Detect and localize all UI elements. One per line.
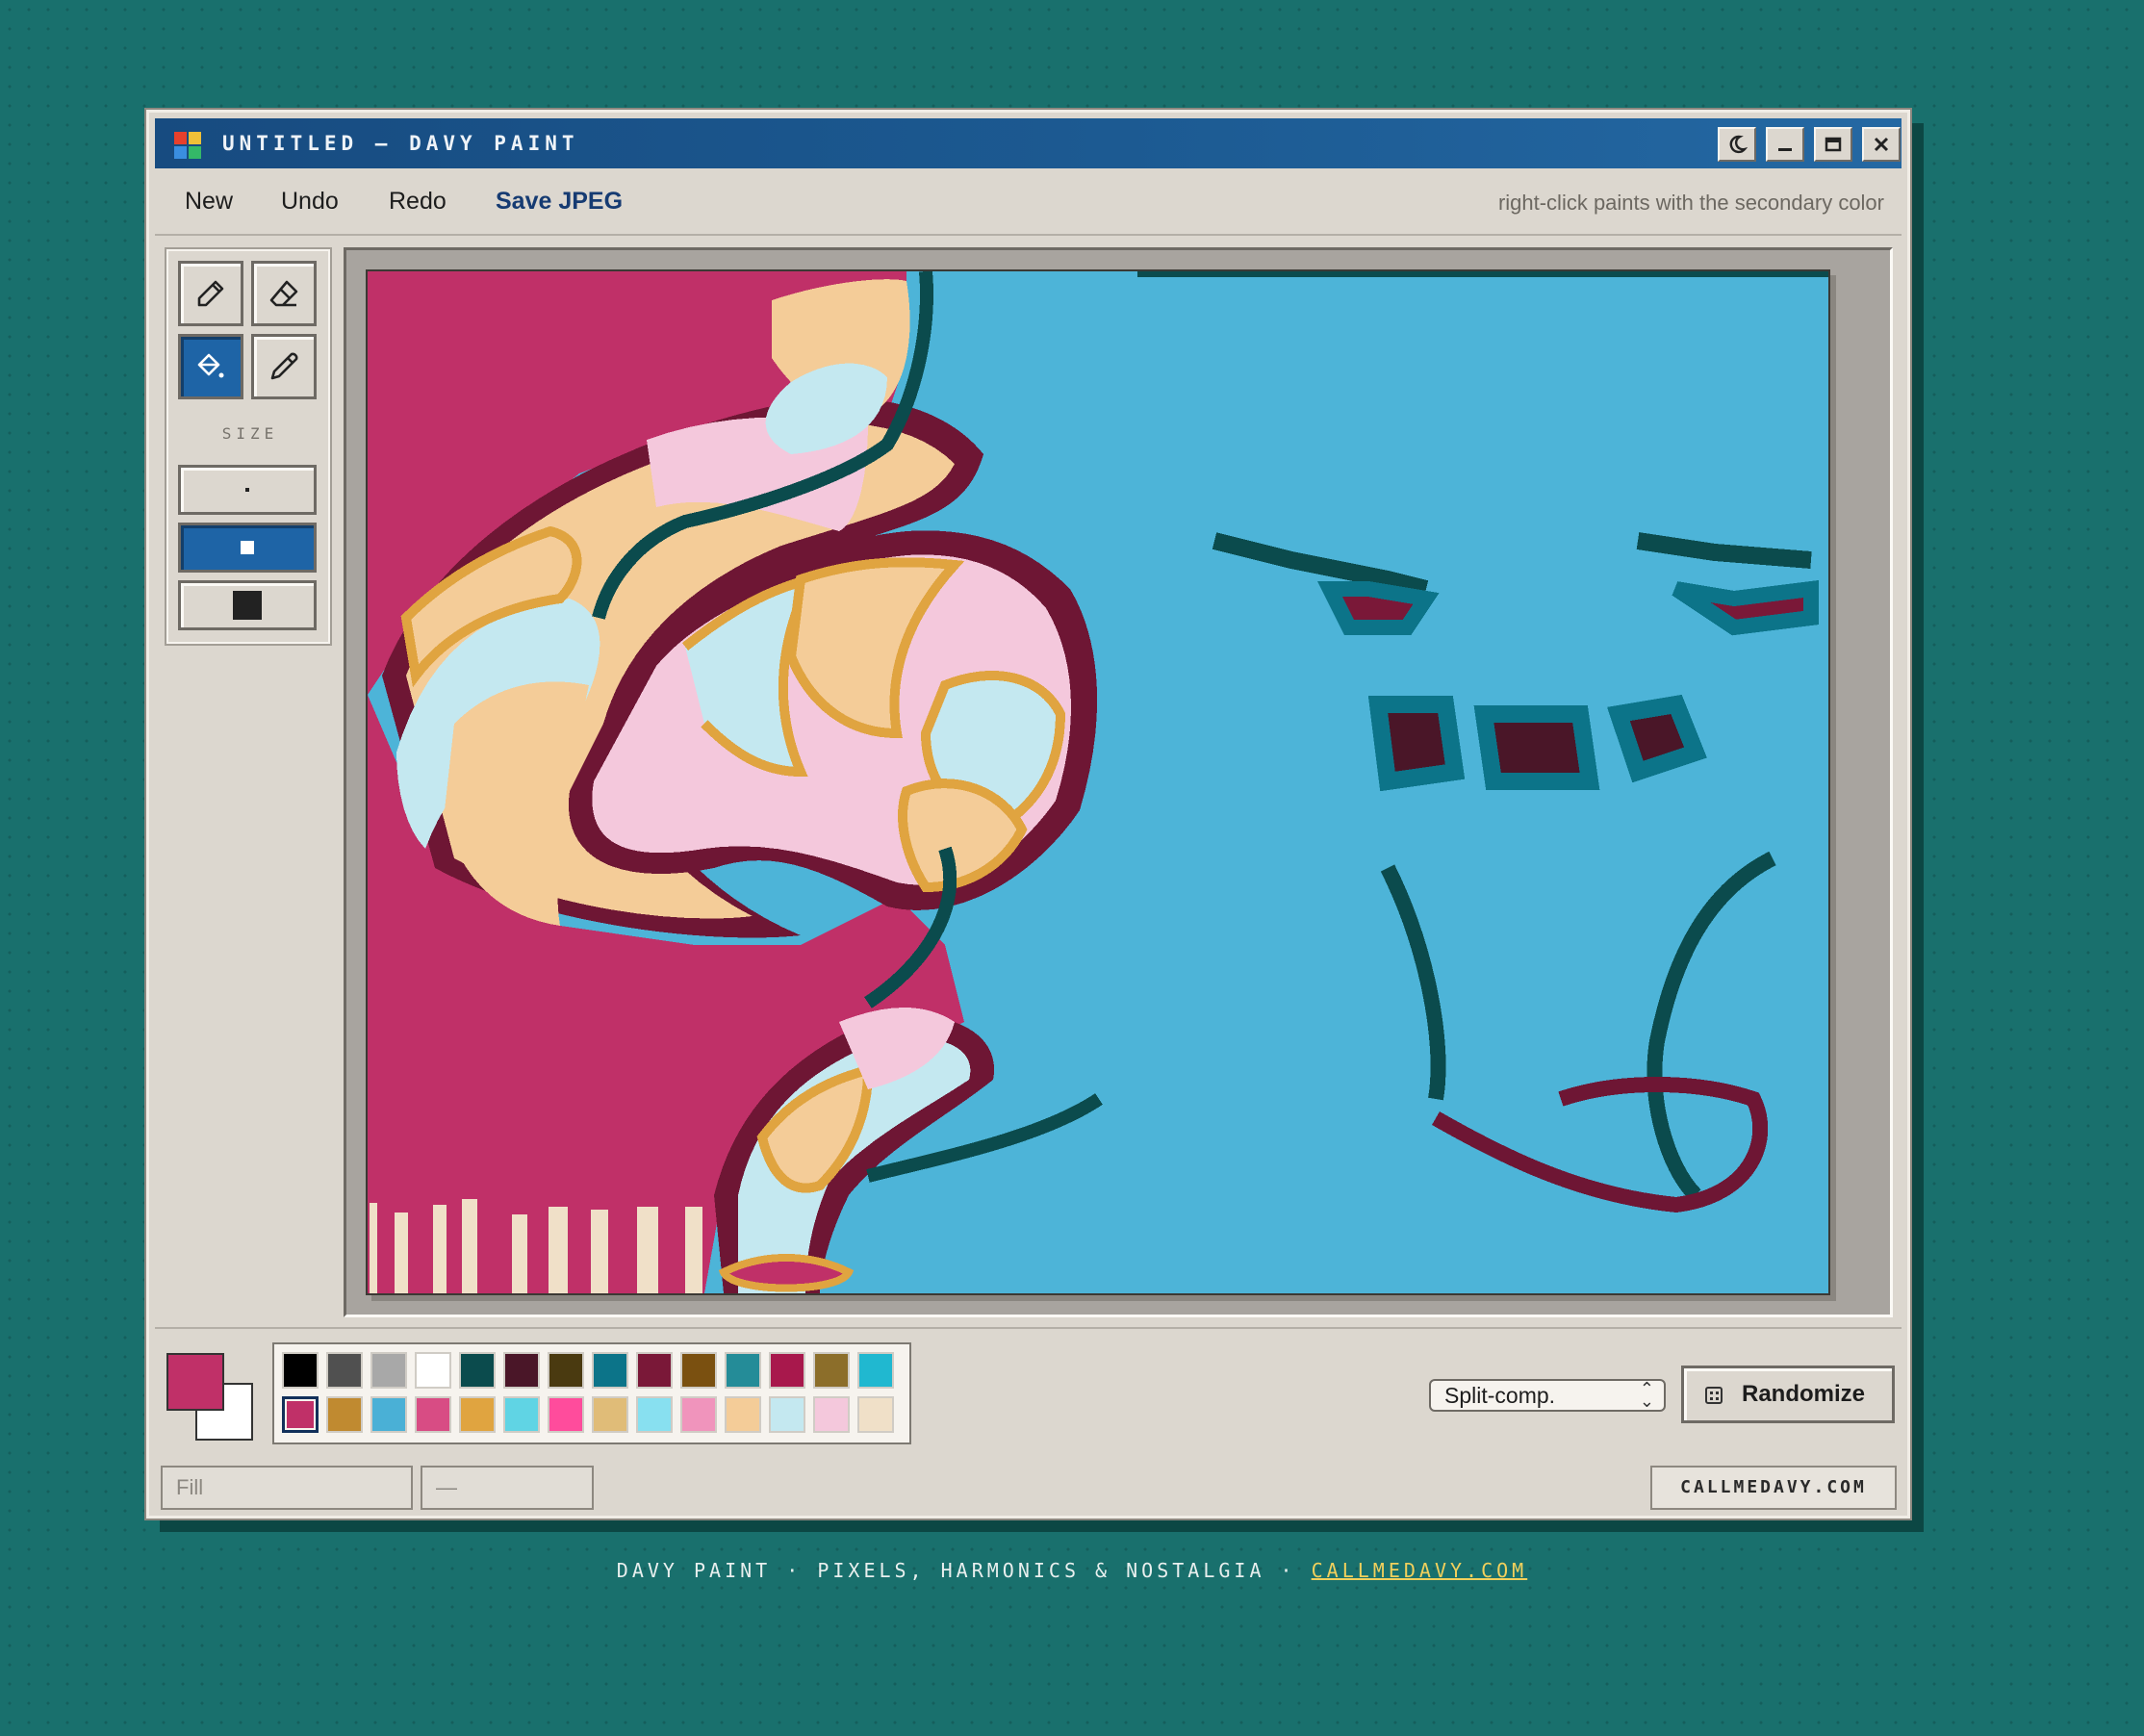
eyedropper-icon — [270, 352, 298, 380]
window-title: UNTITLED — DAVY PAINT — [222, 132, 579, 155]
palette-swatch[interactable] — [326, 1396, 363, 1433]
eraser-tool[interactable] — [251, 261, 317, 326]
palette-swatch[interactable] — [636, 1352, 673, 1389]
palette-swatch[interactable] — [680, 1352, 717, 1389]
tool-panel: SIZE — [165, 247, 332, 646]
status-coords: — — [421, 1466, 594, 1510]
chevron-updown-icon: ⌃ ⌄ — [1639, 1379, 1654, 1411]
color-palette — [272, 1342, 911, 1444]
randomize-button[interactable]: Randomize — [1681, 1366, 1895, 1423]
minimize-icon — [1778, 148, 1792, 151]
maximize-icon — [1825, 137, 1842, 152]
site-badge[interactable]: CALLMEDAVY.COM — [1650, 1466, 1897, 1510]
palette-swatch[interactable] — [415, 1396, 451, 1433]
menu-undo[interactable]: Undo — [281, 188, 339, 216]
harmony-select[interactable]: Split-comp. ⌃ ⌄ — [1429, 1379, 1666, 1412]
palette-swatch[interactable] — [769, 1352, 805, 1389]
palette-swatch[interactable] — [282, 1352, 319, 1389]
fill-tool[interactable] — [178, 334, 243, 399]
palette-swatch[interactable] — [857, 1396, 894, 1433]
close-button[interactable] — [1862, 127, 1901, 162]
menu-bar: New Undo Redo Save JPEG right-click pain… — [155, 170, 1902, 236]
canvas-artwork — [368, 271, 1828, 1293]
palette-swatch[interactable] — [769, 1396, 805, 1433]
minimize-button[interactable] — [1766, 127, 1804, 162]
palette-swatch[interactable] — [370, 1396, 407, 1433]
palette-divider — [155, 1327, 1902, 1329]
size-medium-swatch — [241, 541, 254, 554]
status-tool: Fill — [161, 1466, 413, 1510]
paint-bucket-icon — [197, 353, 224, 378]
randomize-label: Randomize — [1742, 1381, 1866, 1407]
palette-swatch[interactable] — [503, 1396, 540, 1433]
app-window: UNTITLED — DAVY PAINT New Undo Redo Save… — [144, 108, 1912, 1520]
footer-link[interactable]: CALLMEDAVY.COM — [1312, 1559, 1528, 1582]
primary-color-swatch[interactable] — [166, 1353, 224, 1411]
harmony-select-value: Split-comp. — [1444, 1383, 1556, 1408]
canvas-area — [344, 247, 1893, 1317]
theme-toggle-button[interactable] — [1718, 127, 1756, 162]
close-icon — [1874, 137, 1889, 152]
palette-swatch[interactable] — [282, 1396, 319, 1433]
palette-swatch[interactable] — [592, 1352, 628, 1389]
palette-swatch[interactable] — [813, 1396, 850, 1433]
palette-swatch[interactable] — [370, 1352, 407, 1389]
palette-swatch[interactable] — [548, 1352, 584, 1389]
size-small-button[interactable] — [178, 465, 317, 515]
size-large-swatch — [233, 591, 262, 620]
palette-swatch[interactable] — [503, 1352, 540, 1389]
palette-swatch[interactable] — [326, 1352, 363, 1389]
size-small-swatch — [245, 488, 249, 492]
pencil-tool[interactable] — [178, 261, 243, 326]
palette-swatch[interactable] — [725, 1352, 761, 1389]
menu-save-jpeg[interactable]: Save JPEG — [496, 188, 623, 216]
page-footer: DAVY PAINT · PIXELS, HARMONICS & NOSTALG… — [0, 1559, 2144, 1582]
dice-icon — [1705, 1387, 1723, 1404]
footer-text: DAVY PAINT · PIXELS, HARMONICS & NOSTALG… — [616, 1559, 1312, 1582]
palette-swatch[interactable] — [459, 1396, 496, 1433]
app-logo-icon — [174, 132, 201, 159]
palette-swatch[interactable] — [636, 1396, 673, 1433]
maximize-button[interactable] — [1814, 127, 1852, 162]
eraser-icon — [269, 280, 298, 307]
pencil-icon — [197, 280, 224, 307]
eyedropper-tool[interactable] — [251, 334, 317, 399]
palette-swatch[interactable] — [680, 1396, 717, 1433]
palette-swatch[interactable] — [459, 1352, 496, 1389]
size-label: SIZE — [221, 424, 279, 443]
palette-swatch[interactable] — [813, 1352, 850, 1389]
palette-swatch[interactable] — [548, 1396, 584, 1433]
palette-swatch[interactable] — [592, 1396, 628, 1433]
palette-swatch[interactable] — [415, 1352, 451, 1389]
palette-swatch[interactable] — [857, 1352, 894, 1389]
hint-text: right-click paints with the secondary co… — [1497, 191, 1884, 215]
drawing-canvas[interactable] — [366, 269, 1830, 1295]
size-medium-button[interactable] — [178, 523, 317, 573]
title-bar[interactable]: UNTITLED — DAVY PAINT — [155, 118, 1902, 168]
menu-new[interactable]: New — [185, 188, 233, 216]
size-large-button[interactable] — [178, 580, 317, 630]
menu-redo[interactable]: Redo — [389, 188, 447, 216]
palette-swatch[interactable] — [725, 1396, 761, 1433]
moon-icon — [1729, 135, 1748, 154]
